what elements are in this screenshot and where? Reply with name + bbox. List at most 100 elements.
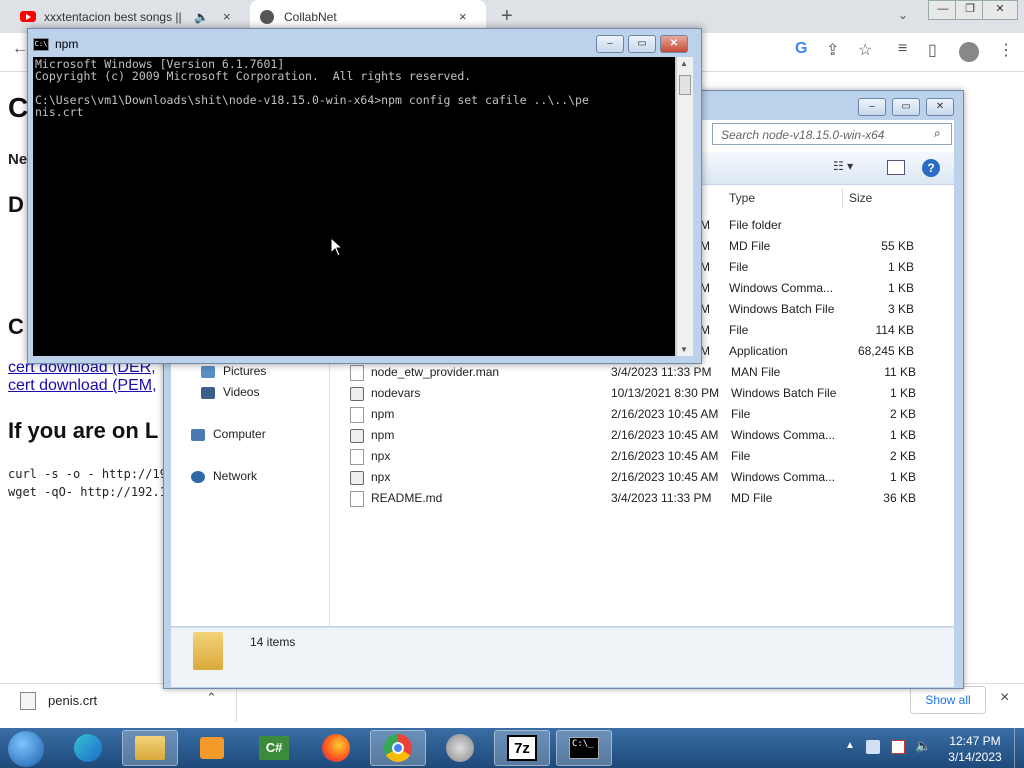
- close-tab-icon[interactable]: ×: [223, 9, 231, 24]
- list-item[interactable]: M File 1 KB: [700, 257, 914, 278]
- network-tray-icon[interactable]: [866, 740, 880, 754]
- list-item[interactable]: node_etw_provider.man 3/4/2023 11:33 PM MA…: [350, 362, 916, 383]
- console-line: Copyright (c) 2009 Microsoft Corporation…: [35, 69, 472, 83]
- 7zip-icon[interactable]: 7z: [494, 730, 550, 766]
- clock[interactable]: 12:47 PM 3/14/2023: [940, 733, 1010, 765]
- nav-item-computer[interactable]: Computer: [191, 424, 266, 445]
- scroll-down-arrow[interactable]: ▼: [680, 345, 688, 354]
- cmd-taskbar-icon[interactable]: C:\_: [556, 730, 612, 766]
- console-output[interactable]: Microsoft Windows [Version 6.1.7601] Copy…: [33, 57, 675, 356]
- mouse-cursor-icon: [331, 238, 343, 257]
- file-name: node_etw_provider.man: [371, 365, 500, 379]
- minimize-button[interactable]: –: [858, 98, 886, 116]
- media-player-icon[interactable]: [184, 730, 240, 766]
- close-download-bar-icon[interactable]: ×: [1000, 689, 1009, 707]
- restore-button[interactable]: ❐: [955, 0, 985, 20]
- column-divider: [842, 188, 843, 208]
- column-header-size[interactable]: Size: [849, 188, 872, 208]
- minimize-button[interactable]: —: [928, 0, 958, 20]
- chrome-icon[interactable]: [370, 730, 426, 766]
- cert-download-pem-link[interactable]: cert download (PEM,: [8, 377, 164, 395]
- nav-item-network[interactable]: Network: [191, 466, 257, 487]
- maximize-button[interactable]: ▭: [892, 98, 920, 116]
- column-header-type[interactable]: Type: [729, 188, 755, 208]
- speaker-icon[interactable]: 🔈: [194, 10, 209, 24]
- scroll-thumb[interactable]: [679, 75, 691, 95]
- volume-icon[interactable]: 🔈: [915, 738, 931, 754]
- close-button[interactable]: ✕: [926, 98, 954, 116]
- new-tab-button[interactable]: +: [501, 5, 513, 28]
- firefox-icon[interactable]: [308, 730, 364, 766]
- minimize-button[interactable]: –: [596, 35, 624, 53]
- download-filename[interactable]: penis.crt: [48, 693, 97, 708]
- list-item[interactable]: README.md 3/4/2023 11:33 PM MD File 36 KB: [350, 488, 916, 509]
- file-type: Windows Comma...: [731, 470, 836, 484]
- speaker-app-icon[interactable]: [432, 730, 488, 766]
- side-panel-icon[interactable]: ▯: [928, 40, 937, 60]
- date-tail: M: [700, 239, 710, 253]
- file-icon: [350, 406, 364, 423]
- help-icon[interactable]: ?: [922, 159, 940, 177]
- file-type: Windows Batch File: [731, 386, 837, 400]
- list-item[interactable]: M File 114 KB: [700, 320, 914, 341]
- file-type: Application: [729, 344, 788, 358]
- menu-icon[interactable]: ⋮: [998, 40, 1014, 60]
- file-icon: [350, 364, 364, 381]
- file-type: File: [731, 407, 751, 421]
- scrollbar[interactable]: ▲ ▼: [676, 57, 693, 356]
- list-item[interactable]: M MD File 55 KB: [700, 236, 914, 257]
- cmd-title: npm: [55, 37, 79, 51]
- youtube-icon: [20, 11, 36, 22]
- nav-item-videos[interactable]: Videos: [201, 382, 259, 403]
- cmd-titlebar[interactable]: C:\ npm: [33, 34, 78, 54]
- maximize-button[interactable]: ▭: [628, 35, 656, 53]
- view-options-icon[interactable]: ☷ ▾: [833, 159, 853, 173]
- date-tail: M: [700, 218, 710, 232]
- date-tail: M: [700, 302, 710, 316]
- file-size: 11 KB: [884, 365, 916, 379]
- list-item[interactable]: nodevars 10/13/2021 8:30 PM Windows Batch …: [350, 383, 916, 404]
- search-icon[interactable]: ⌕: [934, 126, 941, 141]
- close-button[interactable]: ✕: [660, 35, 688, 53]
- back-arrow-icon[interactable]: ←: [12, 40, 28, 58]
- show-all-button[interactable]: Show all: [910, 686, 986, 714]
- list-item[interactable]: M Windows Batch File 3 KB: [700, 299, 914, 320]
- action-center-icon[interactable]: [891, 740, 905, 754]
- start-button[interactable]: [8, 731, 44, 767]
- file-name: README.md: [371, 491, 443, 505]
- preview-pane-icon[interactable]: [887, 160, 905, 175]
- chevron-down-icon[interactable]: ⌄: [898, 8, 908, 22]
- chevron-up-icon[interactable]: ⌃: [206, 690, 217, 706]
- list-item[interactable]: npx 2/16/2023 10:45 AM File 2 KB: [350, 446, 916, 467]
- close-tab-icon[interactable]: ×: [459, 9, 467, 24]
- search-input[interactable]: Search node-v18.15.0-win-x64: [712, 123, 952, 145]
- file-name: nodevars: [371, 386, 421, 400]
- list-item[interactable]: M Application 68,245 KB: [700, 341, 914, 362]
- close-window-button[interactable]: ✕: [982, 0, 1018, 20]
- list-item[interactable]: M File folder: [700, 215, 914, 236]
- date-tail: M: [700, 281, 710, 295]
- file-name: npm: [371, 407, 395, 421]
- list-item[interactable]: npm 2/16/2023 10:45 AM Windows Comma... 1 K…: [350, 425, 916, 446]
- show-desktop-button[interactable]: [1014, 728, 1024, 768]
- scroll-up-arrow[interactable]: ▲: [680, 59, 688, 68]
- star-icon[interactable]: ☆: [858, 40, 872, 60]
- page-text: Ne: [8, 151, 28, 168]
- tray-expand-icon[interactable]: ▲: [845, 740, 855, 751]
- list-item[interactable]: npm 2/16/2023 10:45 AM File 2 KB: [350, 404, 916, 425]
- nav-item-pictures[interactable]: Pictures: [201, 361, 266, 382]
- list-item[interactable]: M Windows Comma... 1 KB: [700, 278, 914, 299]
- list-item[interactable]: npx 2/16/2023 10:45 AM Windows Comma... 1 K…: [350, 467, 916, 488]
- clock-time: 12:47 PM: [949, 734, 1001, 748]
- profile-avatar[interactable]: [959, 42, 979, 62]
- console-line: nis.crt: [35, 105, 84, 119]
- share-icon[interactable]: ⇪: [826, 40, 839, 60]
- google-icon[interactable]: G: [795, 40, 807, 58]
- explorer-window-controls: – ▭ ✕: [858, 98, 954, 116]
- edge-icon[interactable]: [60, 730, 116, 766]
- csharp-editor-icon[interactable]: C#: [246, 730, 302, 766]
- network-icon: [191, 470, 205, 483]
- reading-list-icon[interactable]: ≡: [898, 40, 907, 58]
- file-size: 1 KB: [887, 260, 914, 274]
- file-explorer-icon[interactable]: [122, 730, 178, 766]
